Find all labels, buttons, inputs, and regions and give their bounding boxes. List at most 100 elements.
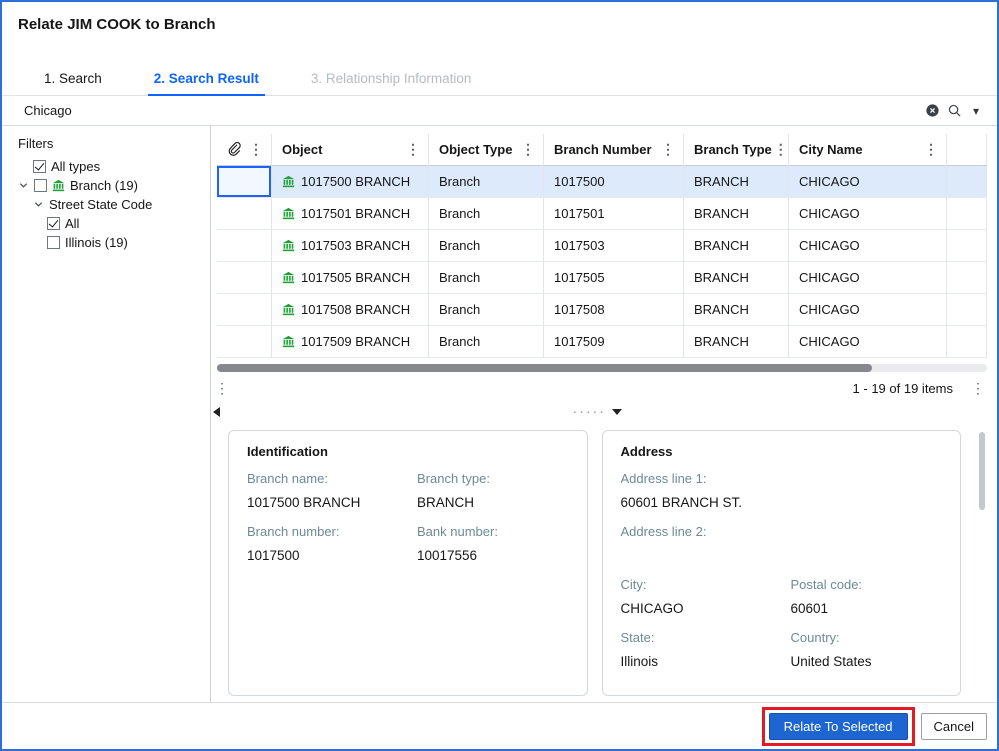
dialog-title: Relate JIM COOK to Branch [18, 16, 216, 33]
overflow-cell [947, 166, 987, 198]
results-main: Object Object Type Branch Number Branch … [211, 126, 997, 702]
filter-illinois[interactable]: Illinois (19) [47, 233, 206, 252]
object-type-column-menu-icon[interactable] [519, 142, 537, 157]
branch-number-cell: 1017509 [544, 326, 684, 358]
search-input[interactable]: Chicago [2, 96, 997, 126]
filter-branch[interactable]: Branch (19) [18, 176, 206, 195]
branch-type-value: BRANCH [417, 495, 475, 510]
pagination-right-menu-icon[interactable] [969, 381, 987, 396]
red-annotation-box: Relate To Selected [761, 706, 915, 746]
branch-chevron-down-icon[interactable] [18, 180, 29, 191]
illinois-checkbox[interactable] [47, 236, 60, 249]
table-row[interactable]: 1017508 BRANCH Branch 1017508 BRANCH CHI… [217, 294, 987, 326]
address-line1-label: Address line 1: [620, 471, 707, 486]
object-type-header-label: Object Type [439, 142, 513, 157]
object-label: 1017501 BRANCH [301, 206, 411, 221]
all-checkbox[interactable] [47, 217, 60, 230]
row-select-cell[interactable] [217, 198, 272, 230]
content-area: Filters All types Branch (19) Street Sta… [2, 126, 997, 702]
city-name-cell: CHICAGO [789, 166, 947, 198]
address-line2-label: Address line 2: [620, 524, 707, 539]
object-type-cell: Branch [429, 294, 544, 326]
object-column-menu-icon[interactable] [404, 142, 422, 157]
object-cell: 1017503 BRANCH [272, 230, 429, 262]
address-line1-value: 60601 BRANCH ST. [620, 495, 743, 510]
branch-name-value: 1017500 BRANCH [247, 495, 361, 510]
filter-all[interactable]: All [47, 214, 206, 233]
branch-number-value: 1017500 [247, 548, 300, 563]
city-name-header-cell: City Name [789, 134, 947, 166]
filter-street-state-code[interactable]: Street State Code [33, 195, 206, 214]
bank-number-value: 10017556 [417, 548, 478, 563]
row-select-cell[interactable] [217, 262, 272, 294]
branch-type-cell: BRANCH [684, 262, 789, 294]
object-header-label: Object [282, 142, 323, 157]
attachment-column-menu-icon[interactable] [247, 142, 265, 157]
postal-code-label: Postal code: [790, 577, 863, 592]
branch-checkbox[interactable] [34, 179, 47, 192]
horizontal-scrollbar-thumb[interactable] [217, 364, 872, 372]
branch-icon [282, 207, 295, 220]
object-label: 1017500 BRANCH [301, 174, 411, 189]
detail-panels: Identification Branch name: 1017500 BRAN… [211, 420, 997, 702]
branch-name-label: Branch name: [247, 471, 328, 486]
row-select-cell[interactable] [217, 230, 272, 262]
city-name-cell: CHICAGO [789, 198, 947, 230]
postal-code-value: 60601 [790, 601, 829, 616]
filters-panel: Filters All types Branch (19) Street Sta… [2, 126, 211, 702]
filters-heading: Filters [18, 136, 54, 151]
table-row[interactable]: 1017501 BRANCH Branch 1017501 BRANCH CHI… [217, 198, 987, 230]
tab-search-result[interactable]: 2. Search Result [147, 64, 265, 96]
table-row[interactable]: 1017505 BRANCH Branch 1017505 BRANCH CHI… [217, 262, 987, 294]
overflow-cell [947, 262, 987, 294]
branch-icon [282, 271, 295, 284]
object-cell: 1017509 BRANCH [272, 326, 429, 358]
branch-number-cell: 1017503 [544, 230, 684, 262]
search-icon[interactable] [943, 100, 965, 122]
clear-search-icon[interactable] [921, 100, 943, 122]
branch-label: Branch (19) [70, 178, 138, 193]
grip-dots-icon [573, 403, 606, 421]
branch-type-cell: BRANCH [684, 294, 789, 326]
pagination-left-menu-icon[interactable] [213, 381, 231, 396]
cancel-button[interactable]: Cancel [920, 712, 987, 740]
collapse-down-icon[interactable] [611, 409, 622, 415]
branch-icon [282, 303, 295, 316]
table-body: 1017500 BRANCH Branch 1017500 BRANCH CHI… [217, 166, 987, 358]
illinois-label: Illinois (19) [65, 235, 128, 250]
relate-to-selected-button[interactable]: Relate To Selected [768, 712, 908, 740]
horizontal-scrollbar[interactable] [217, 364, 987, 372]
overflow-cell [947, 326, 987, 358]
row-select-cell[interactable] [217, 294, 272, 326]
object-cell: 1017508 BRANCH [272, 294, 429, 326]
row-select-cell[interactable] [217, 166, 272, 198]
city-name-cell: CHICAGO [789, 262, 947, 294]
search-options-caret-icon[interactable] [965, 100, 987, 122]
branch-number-cell: 1017505 [544, 262, 684, 294]
filter-all-types[interactable]: All types [33, 157, 206, 176]
branch-number-column-menu-icon[interactable] [659, 142, 677, 157]
all-types-checkbox[interactable] [33, 160, 46, 173]
address-title: Address [620, 444, 673, 459]
splitter-grip[interactable] [573, 403, 622, 421]
table-row[interactable]: 1017503 BRANCH Branch 1017503 BRANCH CHI… [217, 230, 987, 262]
identification-title: Identification [247, 444, 328, 459]
collapse-left-icon[interactable] [213, 407, 220, 417]
all-label: All [65, 216, 80, 231]
country-label: Country: [790, 630, 840, 645]
city-name-header-label: City Name [799, 142, 863, 157]
overflow-cell [947, 294, 987, 326]
vertical-scrollbar-thumb[interactable] [979, 432, 985, 510]
footer-bar: Relate To Selected Cancel [2, 702, 997, 749]
country-value: United States [790, 654, 872, 669]
pagination-bar: 1 - 19 of 19 items [211, 372, 997, 404]
table-row[interactable]: 1017509 BRANCH Branch 1017509 BRANCH CHI… [217, 326, 987, 358]
branch-type-column-menu-icon[interactable] [772, 142, 788, 157]
search-value[interactable]: Chicago [24, 103, 921, 118]
street-state-chevron-down-icon[interactable] [33, 199, 44, 210]
row-select-cell[interactable] [217, 326, 272, 358]
panel-splitter[interactable] [211, 404, 997, 420]
tab-search[interactable]: 1. Search [38, 64, 108, 95]
city-name-column-menu-icon[interactable] [922, 142, 940, 157]
table-row[interactable]: 1017500 BRANCH Branch 1017500 BRANCH CHI… [217, 166, 987, 198]
